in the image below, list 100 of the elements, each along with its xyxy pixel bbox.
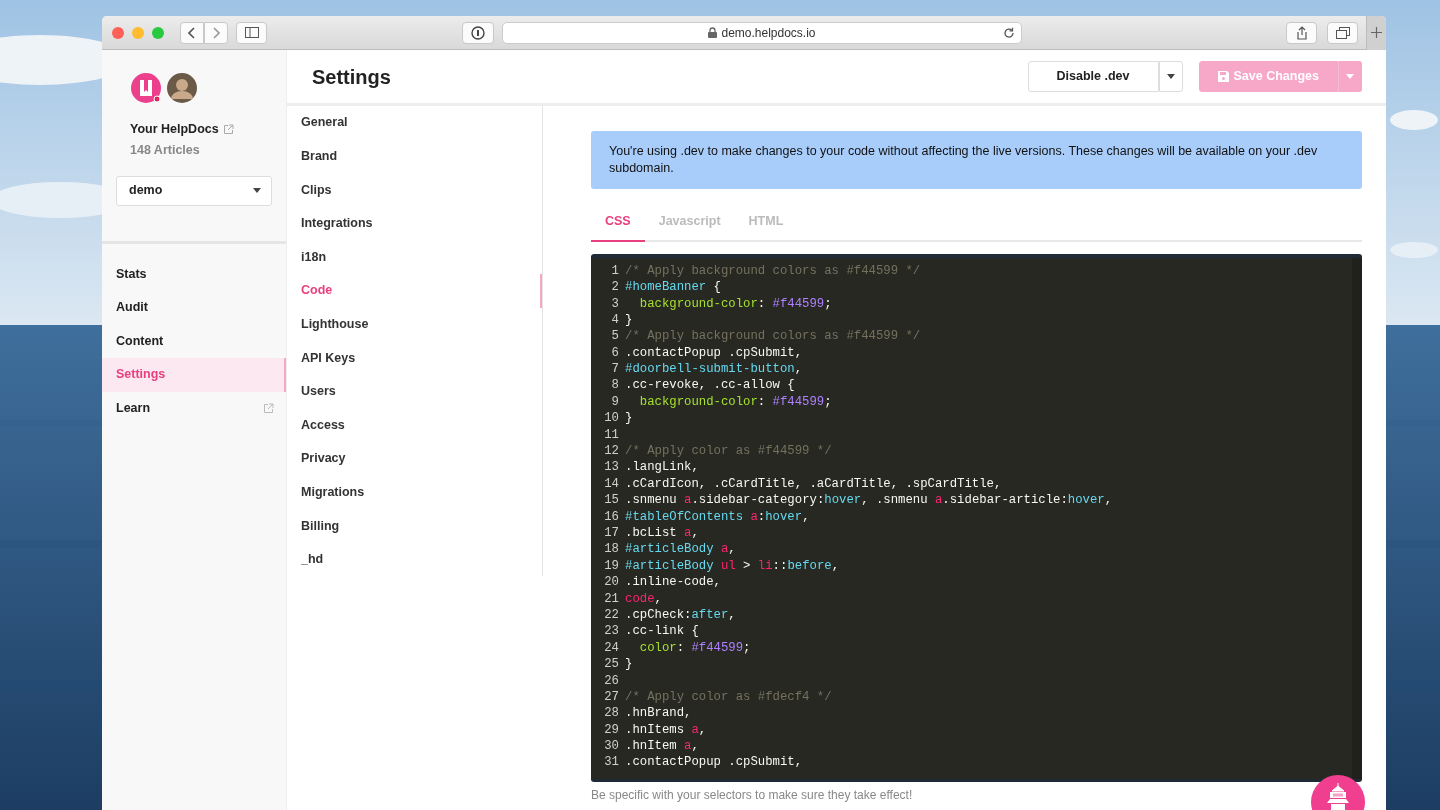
code-tab[interactable]: CSS (591, 206, 645, 242)
sidebar-toggle-button[interactable] (236, 21, 267, 44)
address-bar[interactable]: demo.helpdocs.io (502, 21, 1022, 44)
line-number: 4 (610, 311, 619, 329)
settings-menu-item[interactable]: _hd (287, 542, 542, 577)
line-number: 25 (603, 656, 619, 673)
code-line: #tableOfContents a:hover, (625, 508, 810, 525)
line-number: 24 (603, 639, 619, 657)
code-line: #articleBody ul > li::before, (625, 557, 840, 575)
code-line: .snmenu a.sidebar-category:hover, .snmenu a.sidebar-article:hover, (625, 492, 1113, 509)
code-line: .hnBrand, (625, 705, 692, 722)
line-number: 30 (603, 738, 619, 755)
line-number: 5 (610, 328, 619, 345)
line-number: 14 (603, 475, 619, 493)
plus-icon (1371, 27, 1382, 38)
settings-menu-item[interactable]: Migrations (287, 475, 542, 510)
code-line: code, (625, 590, 662, 607)
code-line: .cc-link { (625, 623, 699, 640)
logo-icon (130, 72, 162, 104)
settings-menu-item[interactable]: Clips (287, 173, 542, 207)
line-number: 26 (603, 672, 619, 689)
line-number: 6 (610, 344, 619, 362)
close-window-button[interactable] (112, 26, 124, 39)
code-line: .cpCheck:after, (625, 606, 736, 624)
sidebar-item[interactable]: Stats (102, 257, 286, 291)
share-button[interactable] (1286, 21, 1317, 44)
code-line: #articleBody a, (625, 541, 736, 558)
code-line: /* Apply color as #f44599 */ (625, 443, 832, 460)
caret-icon (1346, 74, 1354, 79)
line-number: 9 (610, 393, 619, 411)
avatar-icon (166, 72, 198, 104)
lighthouse-icon (1324, 783, 1352, 810)
settings-menu-item[interactable]: Privacy (287, 441, 542, 476)
page-title: Settings (312, 64, 391, 89)
line-number: 15 (603, 492, 619, 509)
code-line: color: #f44599; (638, 639, 751, 657)
code-line: .langLink, (625, 459, 699, 476)
line-number: 29 (603, 721, 619, 739)
settings-menu-item[interactable]: Code (287, 273, 542, 308)
password-manager-button[interactable] (462, 21, 494, 44)
code-line: } (625, 311, 633, 329)
settings-menu-item[interactable]: Access (287, 408, 542, 442)
code-line: } (625, 410, 633, 427)
dropdown-toggle-button[interactable] (1338, 61, 1362, 92)
code-line: #doorbell-submit-button, (625, 361, 803, 378)
settings-menu-item[interactable]: Lighthouse (287, 307, 542, 342)
line-number: 23 (603, 623, 619, 640)
code-line: .cCardIcon, .cCardTitle, .aCardTitle, .spCardTitle, (625, 475, 1002, 493)
line-number: 12 (603, 443, 619, 460)
disable-dev-button[interactable]: Disable .dev (1027, 61, 1159, 92)
line-number: 28 (603, 705, 619, 722)
line-number: 10 (603, 410, 619, 427)
settings-menu-item[interactable]: i18n (287, 240, 542, 274)
caret-icon (253, 188, 261, 193)
line-number: 27 (603, 688, 619, 706)
scrollbar[interactable] (1352, 257, 1362, 779)
new-tab-button[interactable] (1366, 16, 1386, 50)
sidebar-item[interactable]: Content (102, 324, 286, 358)
line-number: 20 (603, 574, 619, 591)
save-icon (1217, 71, 1229, 82)
settings-menu-item[interactable]: Brand (287, 139, 542, 174)
hint-text: Be specific with your selectors to make sure they take effect! (591, 786, 913, 804)
back-button[interactable] (180, 21, 204, 44)
code-editor[interactable] (591, 253, 1362, 782)
keyhole-icon (471, 25, 485, 40)
code-line: .hnItems a, (625, 721, 707, 739)
external-link-icon[interactable] (222, 123, 234, 135)
url-text: demo.helpdocs.io (721, 24, 816, 42)
article-count: 148 Articles (130, 141, 201, 159)
line-number: 13 (603, 459, 619, 476)
tabs-overview-button[interactable] (1327, 21, 1358, 44)
settings-menu-item[interactable]: General (287, 106, 542, 140)
code-line: .bcList a, (625, 525, 699, 542)
sidebar-icon (244, 27, 259, 38)
line-number: 7 (610, 361, 619, 378)
settings-menu-item[interactable]: Integrations (287, 206, 542, 241)
sidebar-item[interactable]: Learn (102, 391, 286, 425)
line-number: 8 (610, 377, 619, 394)
settings-menu-item[interactable]: Billing (287, 509, 542, 543)
code-line: /* Apply background colors as #f44599 */ (625, 262, 921, 280)
code-line: } (625, 656, 633, 673)
settings-menu-item[interactable]: Users (287, 374, 542, 409)
line-number: 31 (603, 754, 619, 771)
code-line: .contactPopup .cpSubmit, (625, 754, 803, 771)
line-number: 16 (603, 508, 619, 525)
info-alert: You're using .dev to make changes to your code without affecting the live versions. These changes will be available on your .dev subdomain. (591, 131, 1362, 189)
code-line: .cc-revoke, .cc-allow { (625, 377, 795, 394)
chevron-left-icon (188, 26, 196, 39)
dropdown-toggle-button[interactable] (1158, 61, 1183, 92)
sidebar-item[interactable]: Audit (102, 291, 286, 325)
tabs-icon (1335, 26, 1350, 39)
code-line: .hnItem a, (625, 738, 699, 755)
line-number: 11 (603, 426, 619, 444)
line-number: 21 (603, 590, 619, 607)
code-line: #homeBanner { (625, 279, 721, 296)
site-select[interactable]: demo (116, 175, 272, 206)
reload-icon[interactable] (1003, 26, 1015, 39)
line-number: 2 (610, 279, 619, 296)
forward-button[interactable] (204, 21, 228, 44)
settings-menu-item[interactable]: API Keys (287, 341, 542, 375)
